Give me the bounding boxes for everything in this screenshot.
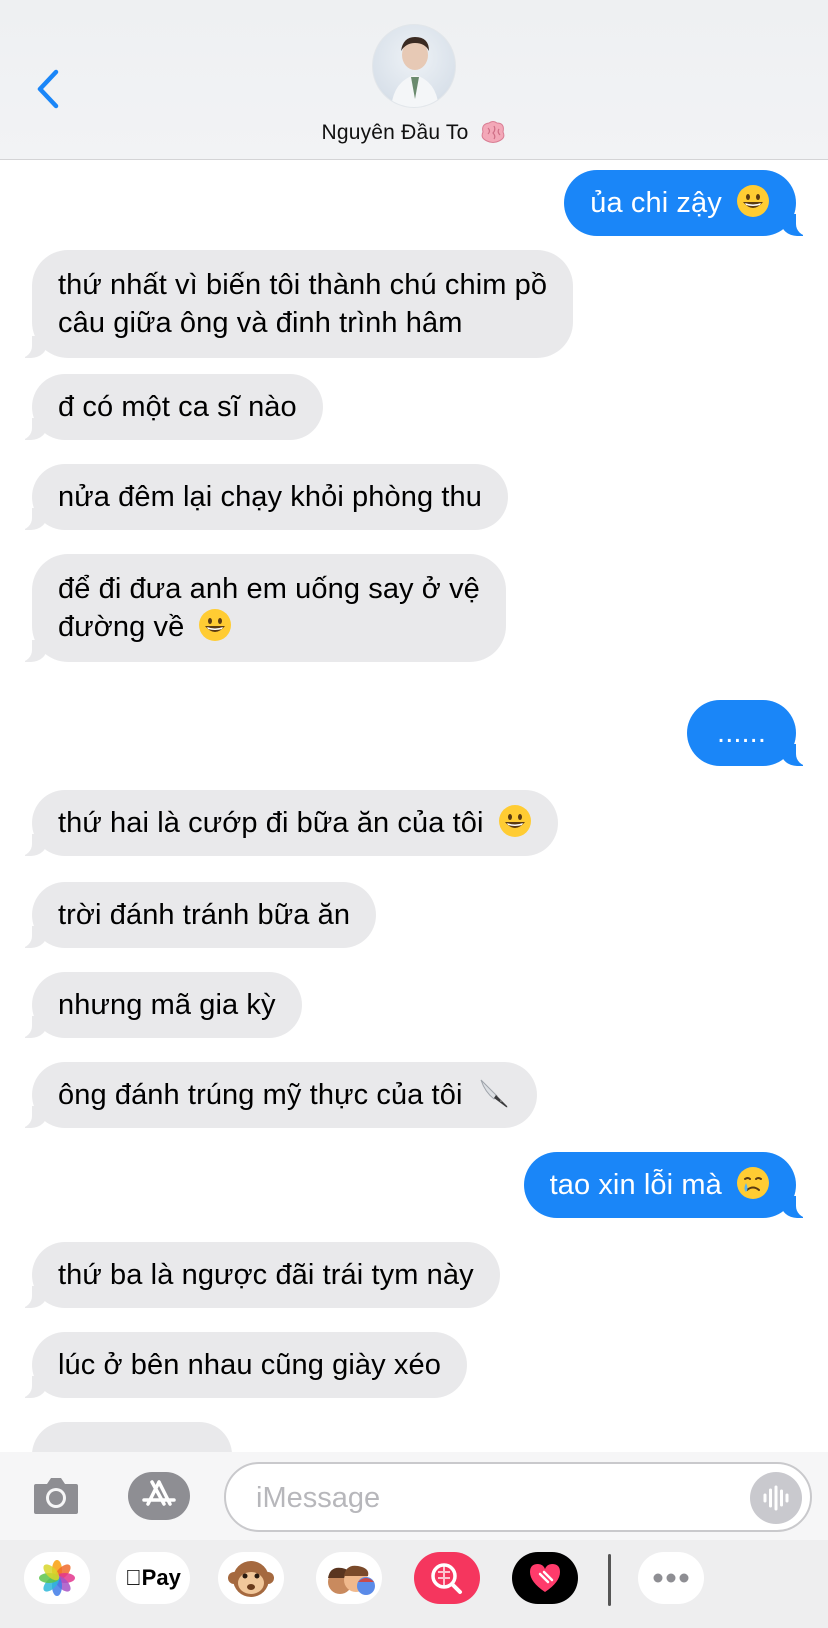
message-text-line: đường về	[58, 611, 185, 643]
message-bubble-received[interactable]: ông đánh trúng mỹ thực của tôi	[14, 1062, 537, 1128]
message-input[interactable]	[256, 1476, 716, 1520]
apple-pay-label: Pay	[133, 1565, 181, 1590]
apple-pay-app-button[interactable]: Pay	[116, 1552, 190, 1604]
message-text: trời đánh tránh bữa ăn	[58, 899, 351, 931]
brain-icon	[481, 121, 504, 143]
message-bubble-received[interactable]: thứ hai là cướp đi bữa ăn của tôi	[14, 790, 558, 856]
message-bubble-sent[interactable]: ......	[687, 700, 814, 766]
audio-record-button[interactable]	[750, 1472, 802, 1524]
message-bubble-received[interactable]: lúc ở bên nhau cũng giày xéo	[14, 1332, 467, 1398]
grinning-face-icon	[199, 609, 232, 641]
digital-touch-icon	[530, 1564, 560, 1592]
message-text: ông đánh trúng mỹ thực của tôi	[58, 1079, 463, 1111]
message-bubble-received-partial[interactable]	[32, 1422, 232, 1452]
message-input-field[interactable]	[224, 1462, 812, 1532]
memoji-icon	[328, 1565, 375, 1595]
imessage-app-strip: Pay	[0, 1540, 828, 1628]
message-text: thứ ba là ngược đãi trái tym này	[58, 1259, 474, 1291]
message-text-line: để đi đưa anh em uống say ở vệ	[58, 573, 480, 605]
message-bubble-received[interactable]: thứ nhất vì biến tôi thành chú chim pồ c…	[13, 250, 574, 358]
grinning-face-icon	[498, 805, 531, 837]
knife-icon	[480, 1079, 507, 1108]
grinning-face-icon	[737, 185, 769, 217]
message-bubble-received[interactable]: nhưng mã gia kỳ	[14, 972, 302, 1038]
compose-bar	[0, 1452, 828, 1540]
contact-name[interactable]: Nguyên Đầu To	[0, 120, 828, 145]
animoji-app-button[interactable]	[218, 1552, 284, 1604]
photos-app-button[interactable]	[24, 1552, 90, 1604]
more-icon	[653, 1573, 689, 1583]
message-bubble-received[interactable]: nửa đêm lại chạy khỏi phòng thu	[14, 464, 508, 530]
message-text: nửa đêm lại chạy khỏi phòng thu	[58, 481, 482, 513]
apple-pay-icon: Pay	[116, 1552, 190, 1604]
message-text-line: thứ nhất vì biến tôi thành chú chim pồ	[58, 269, 548, 301]
avatar-photo	[391, 37, 439, 107]
message-text: đ có một ca sĩ nào	[58, 391, 297, 423]
photos-icon	[39, 1560, 75, 1596]
image-search-app-button[interactable]	[414, 1552, 480, 1604]
memoji-app-button[interactable]	[316, 1552, 382, 1604]
chevron-left-icon[interactable]	[30, 66, 66, 112]
message-thread[interactable]: ủa chi zậy thứ nhất vì biến tôi thành ch…	[0, 160, 828, 1452]
animoji-icon	[228, 1561, 274, 1597]
message-bubble-received[interactable]: thứ ba là ngược đãi trái tym này	[14, 1242, 500, 1308]
message-text-line: câu giữa ông và đinh trình hâm	[58, 307, 463, 339]
app-store-icon	[142, 1480, 176, 1506]
message-text: tao xin lỗi mà	[549, 1169, 722, 1201]
message-bubble-received[interactable]: trời đánh tránh bữa ăn	[13, 882, 377, 948]
camera-icon[interactable]	[32, 1474, 80, 1516]
message-text: thứ hai là cướp đi bữa ăn của tôi	[58, 807, 484, 839]
app-strip-divider	[608, 1554, 611, 1606]
audio-waveform-icon	[763, 1485, 789, 1511]
message-text: ủa chi zậy	[590, 187, 722, 219]
message-text: nhưng mã gia kỳ	[58, 989, 276, 1021]
message-text: ......	[717, 717, 766, 749]
contact-avatar[interactable]	[372, 24, 456, 108]
contact-name-text: Nguyên Đầu To	[321, 121, 469, 144]
crying-face-icon	[737, 1167, 769, 1199]
more-apps-button[interactable]	[638, 1552, 704, 1604]
message-bubble-sent[interactable]: ủa chi zậy	[564, 170, 814, 236]
message-text: lúc ở bên nhau cũng giày xéo	[58, 1349, 441, 1381]
message-bubble-received[interactable]: để đi đưa anh em uống say ở vệ đường về	[14, 554, 506, 662]
apple-logo-icon: 	[125, 1565, 142, 1590]
message-bubble-sent[interactable]: tao xin lỗi mà	[523, 1152, 815, 1218]
digital-touch-app-button[interactable]	[512, 1552, 578, 1604]
app-store-button[interactable]	[128, 1472, 190, 1520]
image-search-icon	[431, 1563, 462, 1594]
conversation-header: Nguyên Đầu To	[0, 0, 828, 160]
message-bubble-received[interactable]: đ có một ca sĩ nào	[14, 374, 323, 440]
